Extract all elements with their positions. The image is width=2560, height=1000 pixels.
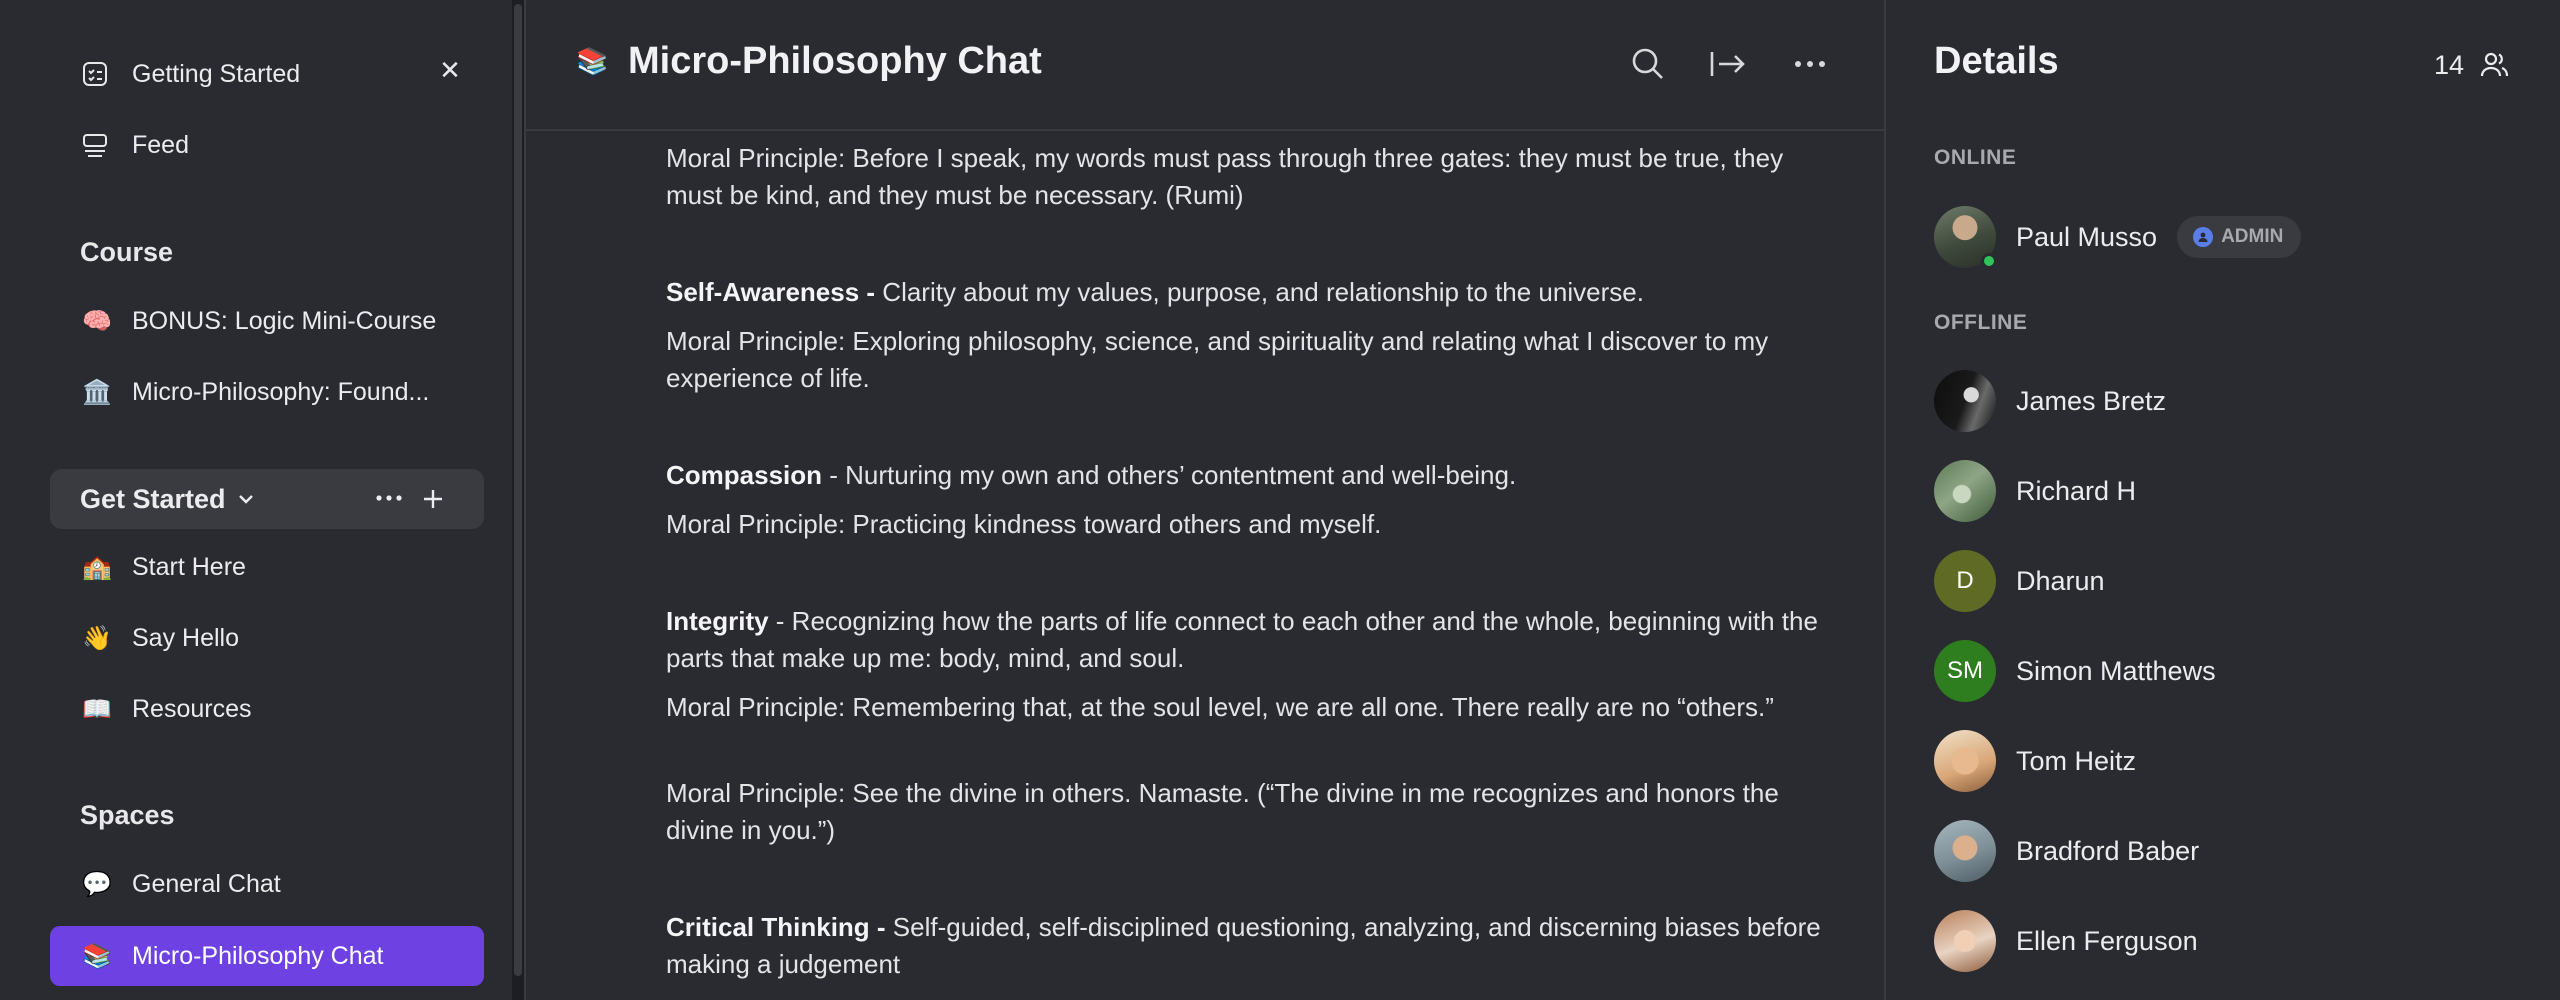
- feed-icon: [82, 132, 114, 158]
- page-title: Micro-Philosophy Chat: [628, 40, 1042, 82]
- sidebar-item-label: Getting Started: [132, 59, 301, 88]
- message-text: - Recognizing how the parts of life conn…: [666, 606, 1818, 673]
- more-options-icon[interactable]: [374, 486, 404, 510]
- sidebar-item-logic-mini-course[interactable]: 🧠 BONUS: Logic Mini-Course: [50, 292, 484, 350]
- section-heading-course: Course: [80, 237, 174, 267]
- sidebar: Getting Started ✕ Feed Course 🧠 BONUS: L…: [0, 0, 524, 1000]
- message-paragraph: Critical Thinking - Self-guided, self-di…: [666, 909, 1846, 983]
- avatar-initials: D: [1956, 567, 1974, 594]
- member-item[interactable]: D Dharun: [1934, 550, 2105, 612]
- member-item[interactable]: Tom Heitz: [1934, 730, 2136, 792]
- school-icon: 🏫: [82, 553, 112, 581]
- chat-header: 📚 Micro-Philosophy Chat: [526, 0, 1886, 131]
- member-name: Tom Heitz: [2016, 745, 2137, 776]
- avatar: [1934, 370, 1996, 432]
- sidebar-item-say-hello[interactable]: 👋 Say Hello: [50, 609, 484, 667]
- avatar: [1934, 910, 1996, 972]
- sidebar-item-micro-philosophy-foundations[interactable]: 🏛️ Micro-Philosophy: Found...: [50, 363, 484, 421]
- member-name: Richard H: [2016, 475, 2137, 506]
- details-panel: Details 14 ONLINE Paul Musso ADMIN OFFLI…: [1888, 0, 2560, 1000]
- sidebar-item-label: Feed: [132, 130, 189, 159]
- sidebar-item-label: Say Hello: [132, 623, 239, 652]
- member-item[interactable]: Paul Musso ADMIN: [1934, 206, 2302, 269]
- chevron-down-icon: [236, 489, 256, 509]
- avatar: [1934, 730, 1996, 792]
- admin-badge-label: ADMIN: [2221, 226, 2284, 247]
- message-paragraph: Moral Principle: Practicing kindness tow…: [666, 509, 1382, 539]
- member-item[interactable]: James Bretz: [1934, 370, 2166, 432]
- message-term: Integrity: [666, 606, 769, 636]
- details-title: Details: [1934, 40, 2059, 82]
- message-paragraph: Compassion - Nurturing my own and others…: [666, 457, 1846, 494]
- offline-section-label: OFFLINE: [1934, 311, 2028, 334]
- admin-badge: ADMIN: [2177, 216, 2302, 258]
- message-term: Critical Thinking -: [666, 912, 886, 942]
- message-term: Self-Awareness -: [666, 277, 876, 307]
- books-icon: 📚: [576, 46, 609, 76]
- member-name: Ellen Ferguson: [2016, 925, 2198, 956]
- sidebar-item-label: Start Here: [132, 552, 246, 581]
- member-name: Paul Musso: [2016, 221, 2158, 252]
- message-term: Compassion: [666, 460, 823, 490]
- open-book-icon: 📖: [82, 695, 112, 723]
- sidebar-item-label: BONUS: Logic Mini-Course: [132, 306, 437, 335]
- sidebar-item-start-here[interactable]: 🏫 Start Here: [50, 538, 484, 596]
- search-icon[interactable]: [1628, 44, 1668, 84]
- sidebar-item-micro-philosophy-chat[interactable]: 📚 Micro-Philosophy Chat: [50, 926, 484, 986]
- sidebar-item-general-chat[interactable]: 💬 General Chat: [50, 855, 484, 913]
- books-icon: 📚: [82, 942, 112, 970]
- avatar-initials: SM: [1947, 657, 1983, 684]
- message-paragraph: Moral Principle: See the divine in other…: [666, 778, 1779, 845]
- sidebar-item-feed[interactable]: Feed: [50, 116, 484, 174]
- members-icon[interactable]: [2480, 50, 2510, 80]
- section-heading-spaces: Spaces: [80, 800, 175, 830]
- close-icon[interactable]: ✕: [436, 56, 464, 84]
- member-item[interactable]: Bradford Baber: [1934, 820, 2199, 882]
- speech-bubble-icon: 💬: [82, 870, 112, 898]
- avatar: [1934, 460, 1996, 522]
- chat-main-panel: 📚 Micro-Philosophy Chat Moral Principle:…: [524, 0, 1886, 1000]
- online-section-label: ONLINE: [1934, 146, 2017, 169]
- avatar: SM: [1934, 640, 1996, 702]
- message-paragraph: Self-Awareness - Clarity about my values…: [666, 274, 1846, 311]
- sidebar-item-label: Resources: [132, 694, 252, 723]
- member-name: James Bretz: [2016, 385, 2167, 416]
- message-paragraph: Integrity - Recognizing how the parts of…: [666, 603, 1846, 677]
- classical-building-icon: 🏛️: [82, 378, 112, 406]
- space-group-get-started[interactable]: Get Started: [50, 469, 484, 529]
- member-name: Simon Matthews: [2016, 655, 2216, 686]
- avatar: [1934, 206, 1997, 269]
- brain-icon: 🧠: [82, 307, 112, 335]
- member-item[interactable]: SM Simon Matthews: [1934, 640, 2216, 702]
- avatar: [1934, 820, 1996, 882]
- message-text: - Nurturing my own and others’ contentme…: [822, 460, 1517, 490]
- sidebar-item-label: Micro-Philosophy: Found...: [132, 377, 430, 406]
- message-paragraph: Moral Principle: Exploring philosophy, s…: [666, 326, 1769, 393]
- message-paragraph: Moral Principle: Remembering that, at th…: [666, 692, 1774, 722]
- user-icon: [2193, 227, 2214, 247]
- avatar: D: [1934, 550, 1996, 612]
- member-name: Bradford Baber: [2016, 835, 2200, 866]
- message-paragraph: Moral Principle: Before I speak, my word…: [666, 143, 1784, 210]
- waving-hand-icon: 👋: [82, 624, 112, 652]
- more-options-icon[interactable]: [1790, 44, 1830, 84]
- space-group-label: Get Started: [80, 483, 226, 514]
- member-item[interactable]: Richard H: [1934, 460, 2136, 522]
- sidebar-item-getting-started[interactable]: Getting Started: [50, 45, 484, 103]
- member-count: 14: [2434, 50, 2465, 80]
- sidebar-item-label: Micro-Philosophy Chat: [132, 941, 384, 970]
- sidebar-item-resources[interactable]: 📖 Resources: [50, 680, 484, 738]
- checklist-icon: [82, 61, 114, 87]
- member-name: Dharun: [2016, 565, 2105, 596]
- sidebar-scrollbar-thumb[interactable]: [514, 4, 522, 976]
- add-icon[interactable]: [420, 486, 446, 512]
- sidebar-item-label: General Chat: [132, 869, 281, 898]
- online-status-dot: [1981, 253, 1997, 269]
- member-item[interactable]: Ellen Ferguson: [1934, 910, 2198, 972]
- collapse-panel-icon[interactable]: [1708, 44, 1748, 84]
- message-text: Clarity about my values, purpose, and re…: [875, 277, 1644, 307]
